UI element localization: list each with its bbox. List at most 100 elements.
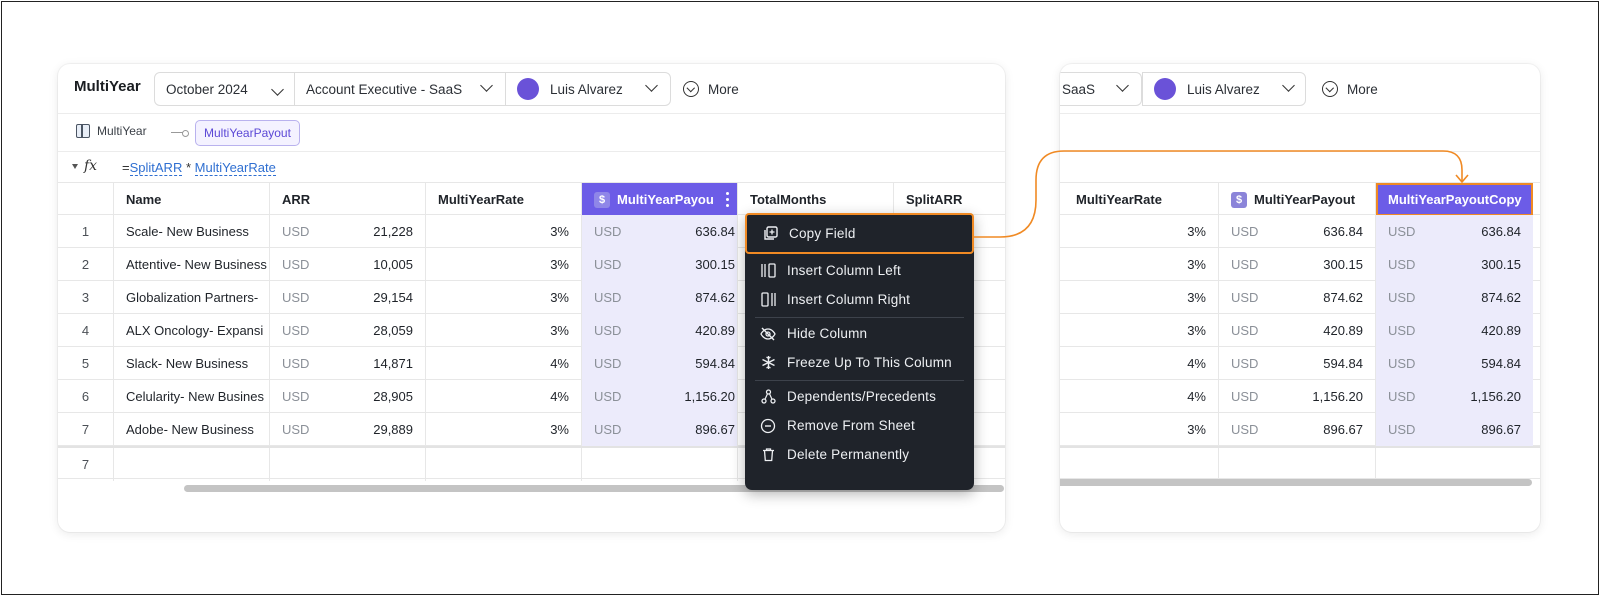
cell-rate[interactable]: 4% — [1060, 347, 1219, 380]
empty-cell[interactable] — [1219, 448, 1376, 481]
cell-arr[interactable]: USD 29,154 — [270, 281, 426, 314]
cell-rate[interactable]: 4% — [426, 347, 582, 380]
cell-rate[interactable]: 3% — [426, 281, 582, 314]
cell-name[interactable]: Celularity- New Busines — [114, 380, 270, 413]
cell-arr[interactable]: USD 29,889 — [270, 413, 426, 446]
column-header-multiyearpayoutcopy[interactable]: MultiYearPayoutCopy — [1376, 183, 1533, 216]
cell-payout-copy[interactable]: USD 636.84 — [1376, 215, 1533, 248]
formula-text[interactable]: =SplitARR * MultiYearRate — [122, 160, 276, 176]
cell-rate[interactable]: 3% — [426, 314, 582, 347]
column-header-multiyearpayout[interactable]: $ MultiYearPayou — [582, 183, 738, 216]
graph-icon — [760, 389, 776, 405]
cell-payout-copy[interactable]: USD 420.89 — [1376, 314, 1533, 347]
empty-cell[interactable] — [114, 448, 270, 481]
cell-arr[interactable]: USD 21,228 — [270, 215, 426, 248]
menu-item-delete-permanently[interactable]: Delete Permanently — [745, 440, 974, 469]
menu-item-copy-field[interactable]: Copy Field — [745, 213, 974, 254]
more-label: More — [708, 81, 739, 97]
cell-arr[interactable]: USD 28,059 — [270, 314, 426, 347]
cell-rate[interactable]: 3% — [1060, 281, 1219, 314]
cell-payout[interactable]: USD 1,156.20 — [582, 380, 738, 413]
user-select[interactable]: Luis Alvarez — [506, 73, 670, 105]
menu-item-freeze-column[interactable]: Freeze Up To This Column — [745, 348, 974, 377]
cell-name[interactable]: Scale- New Business — [114, 215, 270, 248]
currency-icon: $ — [1231, 191, 1247, 208]
chevron-down-icon — [645, 79, 658, 92]
cell-payout[interactable]: USD 594.84 — [1219, 347, 1376, 380]
currency-code: USD — [1231, 257, 1259, 272]
empty-cell[interactable] — [426, 448, 582, 481]
breadcrumb-sheet[interactable]: MultiYear — [76, 124, 147, 138]
cell-payout[interactable]: USD 874.62 — [1219, 281, 1376, 314]
cell-payout[interactable]: USD 636.84 — [582, 215, 738, 248]
cell-rate[interactable]: 3% — [426, 215, 582, 248]
cell-rate[interactable]: 4% — [426, 380, 582, 413]
menu-item-hide-column[interactable]: Hide Column — [745, 319, 974, 348]
cell-payout[interactable]: USD 420.89 — [1219, 314, 1376, 347]
formula-ref-multiyearrate[interactable]: MultiYearRate — [194, 160, 276, 176]
column-header-name[interactable]: Name — [114, 183, 270, 216]
empty-cell[interactable] — [582, 448, 738, 481]
menu-item-remove-from-sheet[interactable]: Remove From Sheet — [745, 411, 974, 440]
column-header-multiyearrate[interactable]: MultiYearRate — [1060, 183, 1219, 216]
cell-name[interactable]: Adobe- New Business — [114, 413, 270, 446]
cell-value: 874.62 — [695, 290, 735, 305]
cell-rate[interactable]: 3% — [426, 248, 582, 281]
cell-payout[interactable]: USD 636.84 — [1219, 215, 1376, 248]
new-row[interactable] — [1060, 446, 1540, 481]
cell-rate[interactable]: 3% — [426, 413, 582, 446]
breadcrumb-field-chip[interactable]: MultiYearPayout — [195, 120, 300, 146]
column-header-splitarr[interactable]: SplitARR — [894, 183, 1005, 216]
cell-value: 594.84 — [1481, 356, 1521, 371]
cell-arr[interactable]: USD 28,905 — [270, 380, 426, 413]
column-header-multiyearrate[interactable]: MultiYearRate — [426, 183, 582, 216]
cell-name[interactable]: ALX Oncology- Expansi — [114, 314, 270, 347]
period-select[interactable]: October 2024 — [155, 73, 295, 105]
empty-cell[interactable] — [270, 448, 426, 481]
cell-payout-copy[interactable]: USD 874.62 — [1376, 281, 1533, 314]
caret-down-icon[interactable] — [72, 164, 78, 169]
empty-cell[interactable] — [1060, 448, 1219, 481]
more-button[interactable]: More — [1322, 72, 1378, 106]
cell-arr[interactable]: USD 10,005 — [270, 248, 426, 281]
cell-payout[interactable]: USD 874.62 — [582, 281, 738, 314]
role-select[interactable]: Account Executive - SaaS — [295, 73, 506, 105]
column-header-arr[interactable]: ARR — [270, 183, 426, 216]
formula-ref-splitarr[interactable]: SplitARR — [129, 160, 183, 176]
user-select-right[interactable]: Luis Alvarez — [1142, 72, 1306, 106]
cell-payout[interactable]: USD 896.67 — [1219, 413, 1376, 446]
cell-payout[interactable]: USD 300.15 — [1219, 248, 1376, 281]
cell-payout[interactable]: USD 420.89 — [582, 314, 738, 347]
menu-item-dependents[interactable]: Dependents/Precedents — [745, 382, 974, 411]
cell-payout[interactable]: USD 896.67 — [582, 413, 738, 446]
column-header-totalmonths[interactable]: TotalMonths — [738, 183, 894, 216]
cell-payout-copy[interactable]: USD 594.84 — [1376, 347, 1533, 380]
cell-value: 636.84 — [695, 224, 735, 239]
cell-name[interactable]: Slack- New Business — [114, 347, 270, 380]
more-button[interactable]: More — [683, 72, 739, 106]
cell-name[interactable]: Attentive- New Business — [114, 248, 270, 281]
empty-cell[interactable] — [1376, 448, 1533, 481]
cell-rate[interactable]: 3% — [1060, 314, 1219, 347]
role-select-partial[interactable]: SaaS — [1060, 72, 1142, 106]
cell-rate[interactable]: 3% — [1060, 215, 1219, 248]
user-select-item[interactable]: Luis Alvarez — [1143, 73, 1305, 105]
cell-payout[interactable]: USD 594.84 — [582, 347, 738, 380]
cell-payout-copy[interactable]: USD 300.15 — [1376, 248, 1533, 281]
cell-payout-copy[interactable]: USD 1,156.20 — [1376, 380, 1533, 413]
kebab-menu-icon[interactable] — [726, 192, 729, 207]
column-header-multiyearpayout[interactable]: $ MultiYearPayout — [1219, 183, 1376, 216]
cell-name[interactable]: Globalization Partners- — [114, 281, 270, 314]
cell-arr[interactable]: USD 14,871 — [270, 347, 426, 380]
cell-rate[interactable]: 3% — [1060, 248, 1219, 281]
cell-rate[interactable]: 4% — [1060, 380, 1219, 413]
cell-value: 896.67 — [1481, 422, 1521, 437]
menu-item-insert-column-left[interactable]: Insert Column Left — [745, 256, 974, 285]
cell-payout-copy[interactable]: USD 896.67 — [1376, 413, 1533, 446]
role-select-right[interactable]: SaaS — [1060, 73, 1141, 105]
cell-rate[interactable]: 3% — [1060, 413, 1219, 446]
cell-payout[interactable]: USD 1,156.20 — [1219, 380, 1376, 413]
cell-payout[interactable]: USD 300.15 — [582, 248, 738, 281]
menu-item-insert-column-right[interactable]: Insert Column Right — [745, 285, 974, 314]
horizontal-scrollbar[interactable] — [1060, 479, 1532, 486]
